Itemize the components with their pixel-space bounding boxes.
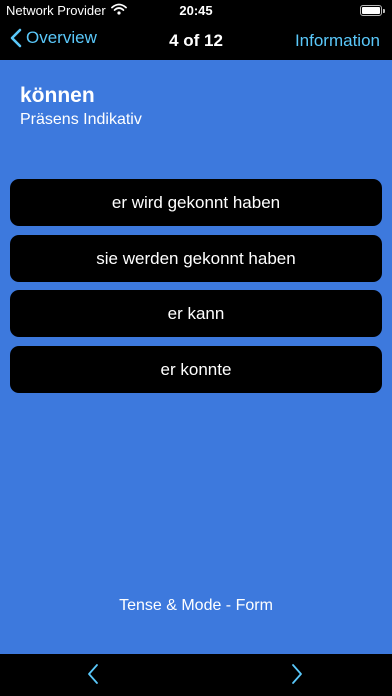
quiz-content: können Präsens Indikativ er wird gekonnt… <box>0 60 392 654</box>
verb-heading: können <box>20 84 95 107</box>
answer-option-4[interactable]: er konnte <box>10 346 382 393</box>
chevron-left-icon <box>86 662 100 686</box>
answer-option-3[interactable]: er kann <box>10 290 382 337</box>
battery-cap <box>383 9 385 13</box>
chevron-left-icon <box>10 28 26 48</box>
tense-subtitle: Präsens Indikativ <box>20 111 142 128</box>
information-button[interactable]: Information <box>295 31 380 51</box>
battery-fill <box>362 7 380 14</box>
bottom-toolbar <box>0 654 392 696</box>
status-time: 20:45 <box>179 3 213 18</box>
battery-icon <box>360 5 385 16</box>
status-bar: Network Provider 20:45 <box>0 0 392 22</box>
previous-button[interactable] <box>86 662 100 686</box>
navigation-bar: Overview 4 of 12 Information <box>0 22 392 60</box>
answer-option-2[interactable]: sie werden gekonnt haben <box>10 235 382 282</box>
chevron-right-icon <box>290 662 304 686</box>
back-button[interactable]: Overview <box>10 28 97 48</box>
answer-option-1[interactable]: er wird gekonnt haben <box>10 179 382 226</box>
back-button-label: Overview <box>26 28 97 47</box>
next-button[interactable] <box>290 662 304 686</box>
quiz-type-label: Tense & Mode - Form <box>119 597 273 614</box>
